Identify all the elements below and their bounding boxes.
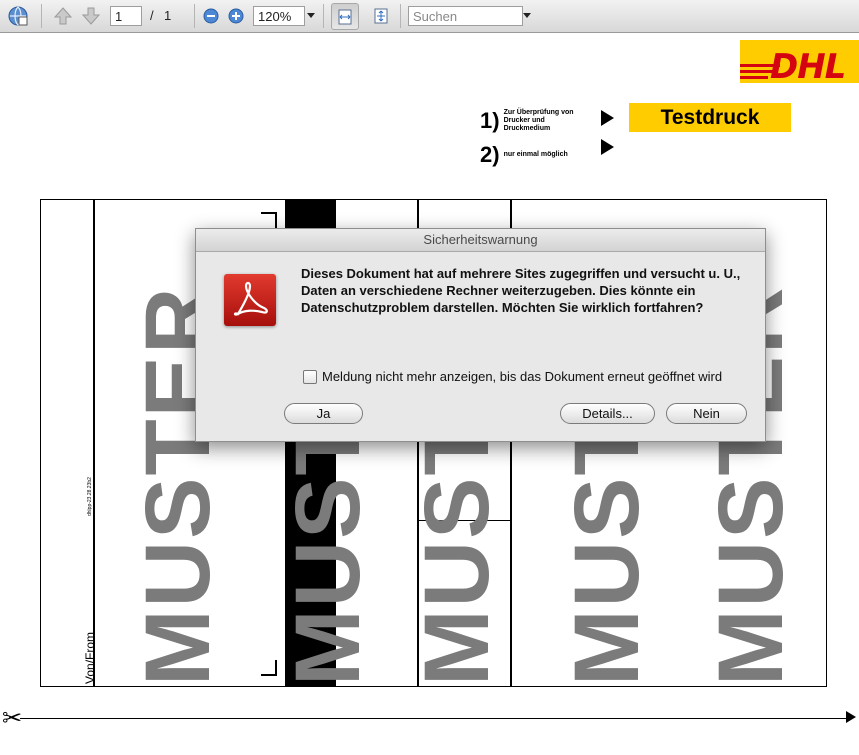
dhl-logo: DHL [740, 40, 859, 83]
step-2-number: 2) [480, 142, 500, 167]
zoom-dropdown-chevron-icon[interactable] [304, 5, 318, 27]
zoom-input[interactable]: 120% [253, 6, 305, 26]
zoom-in-icon[interactable] [225, 5, 247, 27]
step-2-note: nur einmal möglich [503, 151, 568, 158]
step-2: 2) nur einmal möglich [480, 142, 568, 168]
step-1-note: Zur Überprüfung von Drucker und Druckmed… [503, 109, 574, 132]
dialog-title: Sicherheitswarnung [196, 229, 765, 252]
globe-icon[interactable] [7, 5, 29, 27]
dont-show-again-row[interactable]: Meldung nicht mehr anzeigen, bis das Dok… [303, 369, 722, 384]
cut-line-arrow-icon [846, 711, 856, 723]
zoom-value: 120% [258, 8, 292, 24]
zoom-out-icon[interactable] [200, 5, 222, 27]
page-number-input[interactable]: 1 [110, 6, 142, 26]
step-1: 1) Zur Überprüfung von Drucker und Druck… [480, 108, 576, 134]
security-warning-dialog: Sicherheitswarnung Dieses Dokument hat a… [195, 228, 766, 442]
fit-width-icon [338, 9, 352, 24]
corner-mark [261, 212, 277, 228]
yes-button[interactable]: Ja [284, 403, 363, 424]
no-button[interactable]: Nein [666, 403, 747, 424]
dont-show-again-checkbox[interactable] [303, 369, 317, 384]
search-placeholder: Suchen [413, 8, 458, 24]
details-button[interactable]: Details... [560, 403, 655, 424]
corner-mark [261, 660, 277, 676]
toolbar: 1 / 1 120% Suchen [0, 0, 859, 33]
page-separator: / [150, 8, 154, 23]
search-input[interactable]: Suchen [408, 6, 523, 26]
divider [93, 200, 95, 686]
page-number-value: 1 [115, 8, 123, 24]
dont-show-again-label: Meldung nicht mehr anzeigen, bis das Dok… [322, 369, 723, 384]
fit-width-button[interactable] [331, 3, 359, 30]
step-1-arrow-icon [601, 110, 614, 126]
arrow-down-icon[interactable] [80, 5, 102, 27]
step-1-number: 1) [480, 108, 500, 133]
arrow-up-icon[interactable] [52, 5, 74, 27]
page-total: 1 [164, 8, 172, 23]
step-2-arrow-icon [601, 139, 614, 155]
search-dropdown-chevron-icon[interactable] [521, 5, 533, 27]
dialog-message: Dieses Dokument hat auf mehrere Sites zu… [301, 266, 741, 315]
dhl-logo-text: DHL [770, 47, 846, 83]
fit-page-icon[interactable] [370, 5, 392, 27]
testdruck-button[interactable]: Testdruck [629, 103, 791, 132]
cut-line [20, 718, 850, 719]
acrobat-icon [224, 274, 276, 326]
